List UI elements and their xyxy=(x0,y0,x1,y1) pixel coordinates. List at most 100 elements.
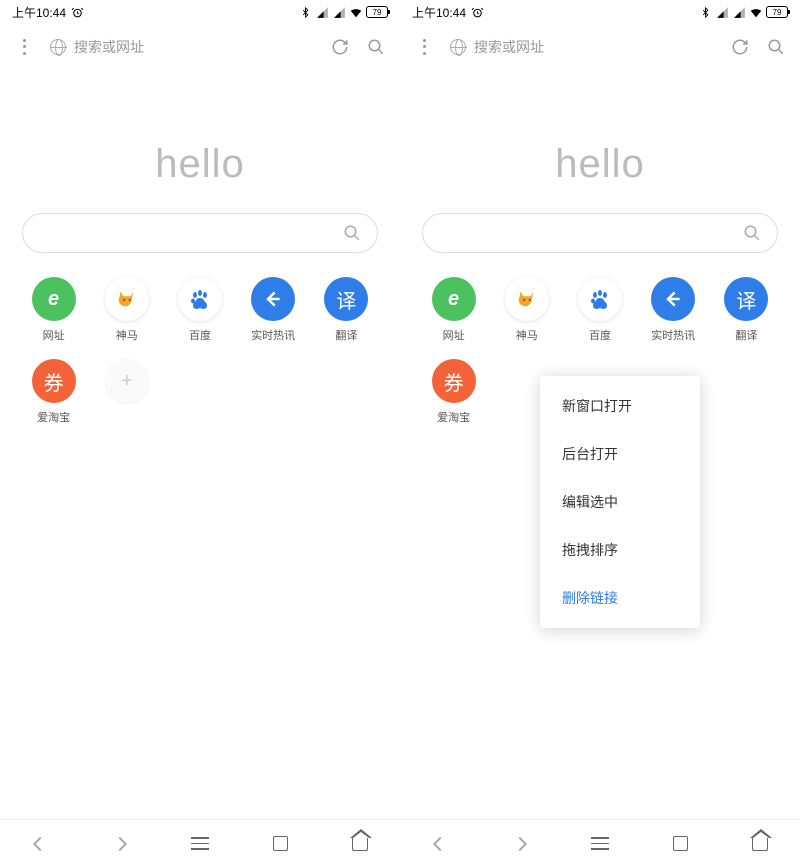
shortcut-shenma[interactable]: 神马 xyxy=(95,277,158,343)
dots-vertical-icon xyxy=(417,37,431,57)
search-icon xyxy=(367,38,385,56)
browser-toolbar: 搜索或网址 xyxy=(0,24,400,70)
nav-menu-button[interactable] xyxy=(580,824,620,864)
wifi-icon xyxy=(749,5,763,19)
nav-home-button[interactable] xyxy=(740,824,780,864)
reload-button[interactable] xyxy=(324,31,356,63)
shortcut-wangzhi[interactable]: e 网址 xyxy=(422,277,485,343)
alarm-icon xyxy=(470,5,484,19)
translate-icon: 译 xyxy=(724,277,768,321)
wifi-icon xyxy=(349,5,363,19)
status-bar: 上午10:44 79 xyxy=(400,0,800,24)
plus-icon: + xyxy=(105,359,149,403)
e-letter-icon: e xyxy=(432,277,476,321)
shortcut-baidu[interactable]: 百度 xyxy=(168,277,231,343)
coupon-icon: 券 xyxy=(32,359,76,403)
menu-button[interactable] xyxy=(8,31,40,63)
paw-icon xyxy=(578,277,622,321)
shortcut-label: 实时热讯 xyxy=(251,327,295,343)
chevron-right-icon xyxy=(113,836,127,850)
arrow-icon xyxy=(651,277,695,321)
coupon-icon: 券 xyxy=(432,359,476,403)
shortcut-rexun[interactable]: 实时热讯 xyxy=(242,277,305,343)
search-input[interactable] xyxy=(22,213,378,253)
fox-icon xyxy=(505,277,549,321)
chevron-left-icon xyxy=(433,836,447,850)
shortcut-shenma[interactable]: 神马 xyxy=(495,277,558,343)
home-content: hello e 网址 神马 百度 xyxy=(0,70,400,819)
signal-icon xyxy=(315,5,329,19)
search-button[interactable] xyxy=(760,31,792,63)
e-letter-icon: e xyxy=(32,277,76,321)
reload-button[interactable] xyxy=(724,31,756,63)
menu-new-window[interactable]: 新窗口打开 xyxy=(540,382,700,430)
menu-edit-selected[interactable]: 编辑选中 xyxy=(540,478,700,526)
shortcut-label: 翻译 xyxy=(335,327,357,343)
home-icon xyxy=(752,837,768,851)
logo-text: hello xyxy=(22,142,378,187)
alarm-icon xyxy=(70,5,84,19)
bluetooth-icon xyxy=(698,5,712,19)
search-icon xyxy=(343,224,361,242)
signal-icon xyxy=(732,5,746,19)
shortcut-label: 百度 xyxy=(589,327,611,343)
hamburger-icon xyxy=(591,837,609,850)
shortcut-aitaobao[interactable]: 券 爱淘宝 xyxy=(422,359,485,425)
shortcut-label: 网址 xyxy=(43,327,65,343)
nav-home-button[interactable] xyxy=(340,824,380,864)
status-time: 上午10:44 xyxy=(412,4,466,21)
translate-icon: 译 xyxy=(324,277,368,321)
paw-icon xyxy=(178,277,222,321)
shortcut-aitaobao[interactable]: 券 爱淘宝 xyxy=(22,359,85,425)
address-placeholder: 搜索或网址 xyxy=(74,37,144,57)
globe-icon xyxy=(450,39,466,55)
battery-icon: 79 xyxy=(366,6,388,18)
context-menu: 新窗口打开 后台打开 编辑选中 拖拽排序 删除链接 xyxy=(540,376,700,628)
search-icon xyxy=(743,224,761,242)
address-bar[interactable]: 搜索或网址 xyxy=(444,37,720,57)
shortcut-wangzhi[interactable]: e 网址 xyxy=(22,277,85,343)
nav-tabs-button[interactable] xyxy=(260,824,300,864)
search-input[interactable] xyxy=(422,213,778,253)
nav-tabs-button[interactable] xyxy=(660,824,700,864)
shortcut-fanyi[interactable]: 译 翻译 xyxy=(715,277,778,343)
address-bar[interactable]: 搜索或网址 xyxy=(44,37,320,57)
bottom-nav xyxy=(400,819,800,867)
shortcut-label: 神马 xyxy=(116,327,138,343)
fox-icon xyxy=(105,277,149,321)
reload-icon xyxy=(331,38,349,56)
chevron-right-icon xyxy=(513,836,527,850)
menu-drag-sort[interactable]: 拖拽排序 xyxy=(540,526,700,574)
shortcut-baidu[interactable]: 百度 xyxy=(568,277,631,343)
shortcut-label: 神马 xyxy=(516,327,538,343)
browser-toolbar: 搜索或网址 xyxy=(400,24,800,70)
home-content: hello e 网址 神马 百度 xyxy=(400,70,800,819)
search-button[interactable] xyxy=(360,31,392,63)
nav-back-button[interactable] xyxy=(20,824,60,864)
home-icon xyxy=(352,837,368,851)
square-icon xyxy=(673,836,688,851)
shortcut-add[interactable]: + xyxy=(95,359,158,425)
signal-icon xyxy=(332,5,346,19)
shortcut-label: 翻译 xyxy=(735,327,757,343)
nav-menu-button[interactable] xyxy=(180,824,220,864)
nav-forward-button[interactable] xyxy=(500,824,540,864)
menu-button[interactable] xyxy=(408,31,440,63)
battery-icon: 79 xyxy=(766,6,788,18)
shortcut-label: 爱淘宝 xyxy=(437,409,470,425)
phone-left: 上午10:44 79 xyxy=(0,0,400,867)
shortcut-rexun[interactable]: 实时热讯 xyxy=(642,277,705,343)
nav-back-button[interactable] xyxy=(420,824,460,864)
dots-vertical-icon xyxy=(17,37,31,57)
reload-icon xyxy=(731,38,749,56)
search-icon xyxy=(767,38,785,56)
shortcut-label: 百度 xyxy=(189,327,211,343)
bluetooth-icon xyxy=(298,5,312,19)
menu-delete-link[interactable]: 删除链接 xyxy=(540,574,700,622)
shortcuts-grid: e 网址 神马 百度 实时热讯 译 xyxy=(22,277,378,425)
shortcut-fanyi[interactable]: 译 翻译 xyxy=(315,277,378,343)
nav-forward-button[interactable] xyxy=(100,824,140,864)
address-placeholder: 搜索或网址 xyxy=(474,37,544,57)
menu-background-open[interactable]: 后台打开 xyxy=(540,430,700,478)
square-icon xyxy=(273,836,288,851)
